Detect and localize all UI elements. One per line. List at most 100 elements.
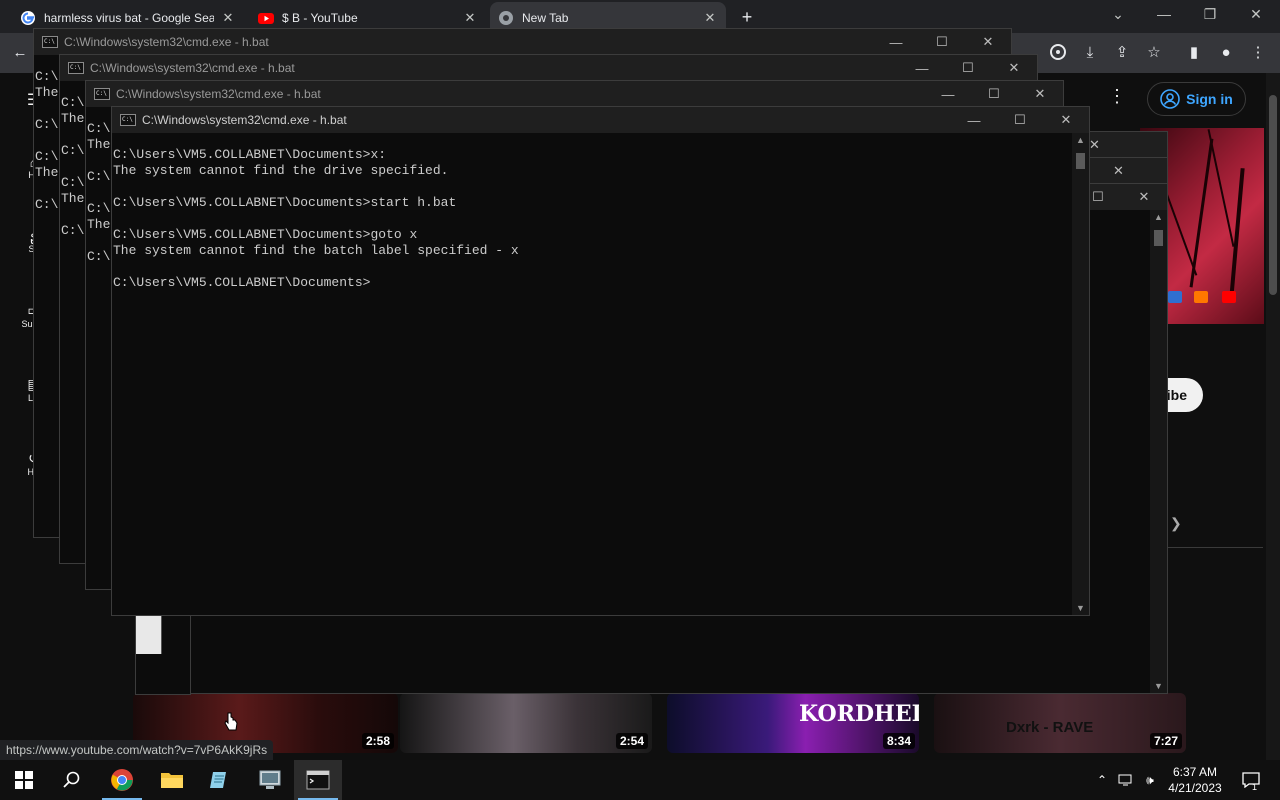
console-line: C:\ — [61, 143, 85, 158]
control-panel-icon — [259, 770, 281, 789]
video-thumbnail[interactable]: Dxrk - RAVE 7:27 — [934, 693, 1186, 753]
cmd-window-active[interactable]: C:\ C:\Windows\system32\cmd.exe - h.bat … — [111, 106, 1090, 616]
yt-settings-icon[interactable]: ⋮ — [1108, 86, 1126, 107]
video-thumbnail[interactable]: 2:54 — [400, 693, 652, 753]
taskbar-file-explorer[interactable] — [148, 760, 196, 800]
taskbar-notepad[interactable] — [196, 760, 244, 800]
account-icon — [1160, 89, 1180, 109]
tab-close-icon[interactable]: ✕ — [462, 10, 478, 26]
taskbar-cmd[interactable] — [294, 760, 342, 800]
minimize-icon[interactable]: — — [1154, 6, 1174, 22]
cmd-scrollbar[interactable]: ▲ ▼ — [1150, 210, 1167, 693]
video-duration: 2:54 — [615, 733, 648, 749]
minimize-icon[interactable]: — — [899, 61, 945, 76]
notification-icon — [1242, 772, 1260, 788]
volume-icon[interactable]: 🕪 — [1140, 760, 1160, 800]
console-line: C:\ — [61, 95, 85, 110]
taskbar-chrome[interactable] — [98, 760, 146, 800]
console-line: C:\Users\VM5.COLLABNET\Documents> — [113, 275, 371, 290]
scroll-up-icon[interactable]: ▲ — [1072, 135, 1089, 145]
cmd-title: C:\Windows\system32\cmd.exe - h.bat — [90, 61, 295, 75]
network-icon[interactable] — [1116, 760, 1136, 800]
google-lens-icon[interactable] — [1048, 43, 1068, 63]
cmd-titlebar[interactable]: C:\ C:\Windows\system32\cmd.exe - h.bat … — [60, 55, 1037, 81]
console-line: The — [87, 137, 111, 152]
restore-icon[interactable]: ❐ — [1200, 6, 1220, 23]
start-button[interactable] — [0, 760, 48, 800]
page-scrollbar[interactable] — [1266, 73, 1280, 760]
cmd-scrollbar[interactable]: ▲ ▼ — [1072, 133, 1089, 615]
tray-overflow-icon[interactable]: ⌃ — [1094, 760, 1110, 800]
profile-icon[interactable]: ● — [1216, 43, 1236, 63]
close-icon[interactable]: ✕ — [1113, 163, 1124, 179]
soundcloud-link-icon[interactable] — [1194, 291, 1208, 303]
taskbar-control-panel[interactable] — [246, 760, 294, 800]
minimize-icon[interactable]: — — [951, 113, 997, 128]
youtube-link-icon[interactable] — [1222, 291, 1236, 303]
hidden-cmd-titlebar: ✕ — [1088, 157, 1168, 184]
console-line: The — [61, 191, 85, 206]
close-icon[interactable]: ✕ — [991, 60, 1037, 76]
install-app-icon[interactable]: ⤓ — [1080, 43, 1100, 63]
close-icon[interactable]: ✕ — [1017, 86, 1063, 102]
video-duration: 7:27 — [1149, 733, 1182, 749]
scroll-down-icon[interactable]: ▼ — [1072, 603, 1089, 613]
cmd-titlebar[interactable]: C:\ C:\Windows\system32\cmd.exe - h.bat … — [112, 107, 1089, 133]
maximize-icon[interactable]: ☐ — [919, 34, 965, 50]
chrome-menu-icon[interactable]: ⋮ — [1248, 43, 1268, 63]
scrollbar-thumb[interactable] — [1154, 230, 1163, 246]
console-line: C:\ — [61, 175, 85, 190]
cmd-icon: C:\ — [68, 62, 84, 74]
scroll-up-icon[interactable]: ▲ — [1150, 212, 1167, 222]
video-overlay-text: Dxrk - RAVE — [1006, 719, 1094, 736]
tab-title: harmless virus bat - Google Sear — [44, 10, 214, 25]
taskbar-search-button[interactable] — [48, 760, 96, 800]
taskbar-clock[interactable]: 6:37 AM 4/21/2023 — [1166, 764, 1224, 796]
notification-center-button[interactable]: 1 — [1236, 760, 1266, 800]
maximize-icon[interactable]: ☐ — [971, 86, 1017, 102]
console-line: The — [87, 217, 111, 232]
cmd-titlebar[interactable]: C:\ C:\Windows\system32\cmd.exe - h.bat … — [86, 81, 1063, 107]
console-line: The — [35, 85, 59, 100]
close-icon[interactable]: ✕ — [1089, 137, 1100, 153]
scroll-down-icon[interactable]: ▼ — [1150, 681, 1167, 691]
minimize-icon[interactable]: — — [873, 35, 919, 50]
new-tab-button[interactable]: + — [736, 6, 758, 28]
cmd-titlebar[interactable]: C:\ C:\Windows\system32\cmd.exe - h.bat … — [34, 29, 1011, 55]
tab-search-icon[interactable]: ⌄ — [1108, 6, 1128, 23]
console-line: C:\ — [35, 69, 59, 84]
maximize-icon[interactable]: ☐ — [997, 112, 1043, 128]
close-window-icon[interactable]: ✕ — [1246, 6, 1266, 23]
divider — [1168, 547, 1263, 548]
share-icon[interactable]: ⇪ — [1112, 43, 1132, 63]
minimize-icon[interactable]: — — [925, 87, 971, 102]
close-icon[interactable]: ✕ — [965, 34, 1011, 50]
video-thumbnail[interactable]: KORDHELL 8:34 — [667, 693, 919, 753]
close-icon[interactable]: ✕ — [1043, 112, 1089, 128]
tab-close-icon[interactable]: ✕ — [220, 10, 236, 26]
cmd-output[interactable]: C:\Users\VM5.COLLABNET\Documents>x: The s… — [113, 147, 519, 291]
side-panel-icon[interactable]: ▮ — [1184, 43, 1204, 63]
back-icon[interactable]: ← — [10, 43, 30, 63]
tab-close-icon[interactable]: ✕ — [702, 10, 718, 26]
scrollbar-thumb[interactable] — [1076, 153, 1085, 169]
bookmark-star-icon[interactable]: ☆ — [1144, 43, 1164, 63]
chevron-right-icon[interactable]: ❯ — [1170, 515, 1182, 532]
scrollbar-thumb[interactable] — [1269, 95, 1277, 295]
sign-in-label: Sign in — [1186, 91, 1233, 107]
notification-count: 1 — [1252, 782, 1258, 792]
maximize-icon[interactable]: ☐ — [945, 60, 991, 76]
cmd-icon: C:\ — [42, 36, 58, 48]
vk-link-icon[interactable] — [1168, 291, 1182, 303]
console-line: C:\ — [87, 201, 111, 216]
close-icon[interactable]: ✕ — [1121, 189, 1167, 205]
video-duration: 8:34 — [882, 733, 915, 749]
sign-in-button[interactable]: Sign in — [1147, 82, 1246, 116]
